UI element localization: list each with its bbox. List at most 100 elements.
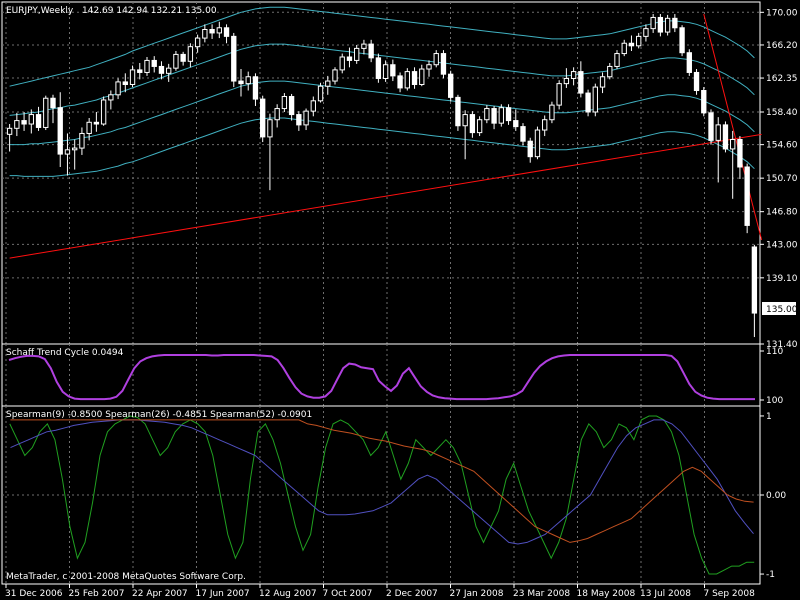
- candle-body: [491, 108, 497, 124]
- candle-body: [556, 83, 562, 106]
- spearman-title: Spearman(9) -0.8500 Spearman(26) -0.4851…: [6, 410, 312, 420]
- candle-body: [621, 42, 627, 55]
- candle-body: [223, 27, 230, 37]
- candle-body: [534, 129, 541, 158]
- candle-body: [14, 120, 20, 129]
- candle-body: [527, 140, 533, 158]
- candle-body: [339, 56, 345, 71]
- last-price-tag-text: 135.00: [766, 305, 798, 315]
- candle-body: [563, 77, 570, 85]
- x-tick-label: 22 Apr 2007: [132, 589, 188, 599]
- y-tick-label: 166.20: [766, 41, 798, 51]
- x-tick-label: 23 Mar 2008: [513, 589, 570, 599]
- candle-body: [411, 71, 418, 85]
- x-tick-label: 13 Jul 2008: [640, 589, 691, 599]
- spearman-y-tick-label: -1: [766, 570, 775, 580]
- candle-body: [325, 80, 331, 87]
- copyright-text: MetaTrader, c 2001-2008 MetaQuotes Softw…: [6, 572, 246, 582]
- candle-body: [231, 35, 237, 82]
- candle-body: [382, 64, 389, 79]
- candle-body: [686, 52, 692, 73]
- candle-body: [209, 28, 215, 34]
- candle-body: [361, 43, 367, 49]
- candle-body: [57, 107, 63, 155]
- candle-body: [549, 104, 555, 121]
- stc-y-tick-label: 100: [766, 396, 783, 406]
- x-tick-label: 7 Sep 2008: [704, 589, 756, 599]
- x-tick-label: 25 Feb 2007: [69, 589, 125, 599]
- candle-body: [288, 96, 295, 116]
- candle-body: [455, 96, 461, 127]
- candle-body: [578, 71, 584, 94]
- candle-body: [21, 120, 27, 125]
- x-tick-label: 18 May 2008: [577, 589, 636, 599]
- candle-body: [332, 69, 338, 82]
- candle-body: [542, 119, 548, 131]
- candle-body: [346, 56, 353, 61]
- x-tick-label: 17 Jun 2007: [196, 589, 250, 599]
- candle-body: [43, 97, 49, 128]
- spearman-y-tick-label: 0.00: [766, 491, 786, 501]
- candle-body: [585, 92, 591, 113]
- candle-body: [520, 126, 526, 142]
- candle-body: [592, 86, 598, 113]
- y-tick-label: 162.35: [766, 74, 798, 84]
- x-tick-label: 7 Oct 2007: [323, 589, 373, 599]
- candle-body: [426, 64, 432, 70]
- candle-body: [194, 37, 201, 48]
- candle-body: [79, 132, 85, 149]
- candle-body: [252, 76, 259, 100]
- candle-body: [672, 17, 678, 29]
- spearman-y-tick-label: 1: [766, 412, 772, 422]
- candle-body: [50, 97, 56, 109]
- candle-body: [310, 100, 316, 112]
- candle-body: [166, 67, 172, 74]
- x-tick-label: 27 Jan 2008: [450, 589, 504, 599]
- candle-body: [303, 110, 309, 126]
- candle-body: [64, 149, 71, 155]
- candle-body: [35, 114, 42, 128]
- candle-body: [404, 71, 410, 89]
- candle-body: [744, 166, 750, 226]
- candle-body: [187, 46, 194, 62]
- y-tick-label: 139.10: [766, 274, 798, 284]
- candle-body: [296, 114, 302, 126]
- candle-body: [375, 57, 382, 79]
- chart-canvas: 170.00 166.20 162.35 158.40 154.60 150.70 146.…: [0, 0, 800, 600]
- candle-body: [390, 64, 396, 77]
- candle-body: [614, 53, 620, 67]
- candle-body: [6, 127, 13, 135]
- candle-body: [636, 35, 642, 47]
- y-tick-label: 150.70: [766, 174, 798, 184]
- candle-body: [701, 90, 707, 114]
- candle-body: [498, 107, 504, 124]
- candle-body: [570, 71, 577, 79]
- candle-body: [238, 80, 244, 85]
- candle-body: [173, 53, 179, 69]
- candle-body: [440, 53, 447, 75]
- candle-body: [108, 94, 114, 101]
- candle-body: [151, 59, 157, 67]
- candle-body: [433, 53, 439, 66]
- candle-body: [28, 114, 34, 125]
- candle-body: [737, 138, 743, 168]
- candle-body: [693, 71, 700, 92]
- stc-title: Schaff Trend Cycle 0.0494: [6, 348, 124, 358]
- candle-body: [505, 107, 512, 122]
- y-tick-label: 170.00: [766, 8, 798, 18]
- x-tick-label: 31 Dec 2006: [5, 589, 63, 599]
- candle-body: [628, 42, 635, 47]
- stc-y-tick-label: 110: [766, 347, 783, 357]
- x-tick-label: 2 Dec 2007: [386, 589, 438, 599]
- candle-body: [368, 43, 374, 59]
- candle-body: [354, 47, 360, 61]
- candle-body: [484, 108, 490, 121]
- candle-body: [274, 108, 280, 121]
- candle-body: [708, 112, 714, 141]
- candle-body: [643, 28, 649, 37]
- candle-body: [158, 65, 165, 74]
- candle-body: [72, 147, 78, 151]
- candle-body: [100, 99, 107, 125]
- candle-body: [664, 17, 671, 33]
- candle-body: [129, 69, 136, 85]
